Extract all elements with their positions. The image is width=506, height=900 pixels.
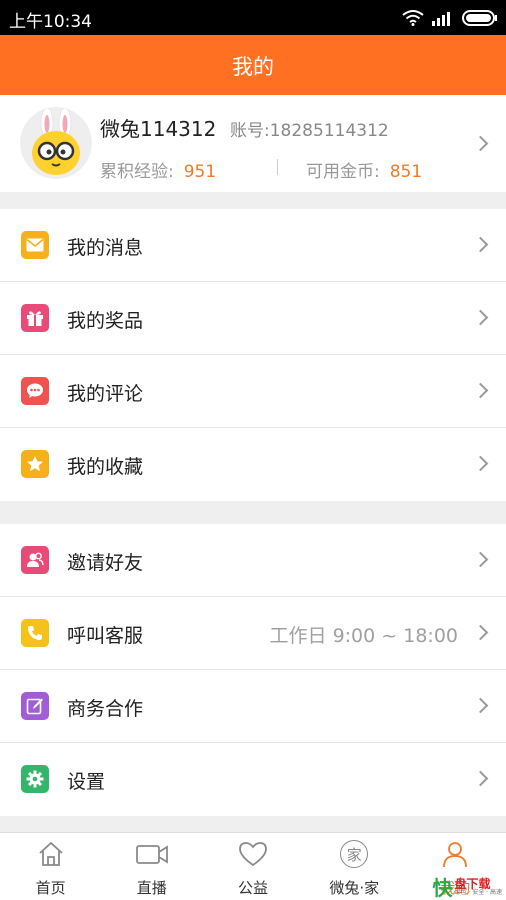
video-camera-icon	[101, 840, 202, 870]
tab-live[interactable]: 直播	[101, 833, 202, 900]
edit-icon	[21, 692, 49, 720]
exp-value: 951	[183, 162, 217, 182]
gear-icon	[21, 765, 49, 793]
jia-icon: 家	[304, 840, 405, 870]
menu-item-label: 我的收藏	[67, 456, 144, 478]
status-bar: 上午10:34	[0, 0, 506, 35]
tab-charity[interactable]: 公益	[202, 833, 303, 900]
menu-item-prizes[interactable]: 我的奖品	[0, 282, 506, 355]
menu-item-label: 我的消息	[67, 237, 144, 259]
profile-exp: 累积经验: 951	[100, 157, 216, 182]
menu-group-1: 我的消息 我的奖品 我的评论 我的收藏	[0, 209, 506, 501]
heart-icon	[202, 840, 303, 870]
menu-item-favorites[interactable]: 我的收藏	[0, 428, 506, 501]
exp-label: 累积经验:	[100, 162, 174, 182]
tab-label: 直播	[136, 879, 167, 897]
chevron-right-icon	[472, 309, 489, 326]
divider	[277, 159, 278, 175]
chevron-right-icon	[472, 770, 489, 787]
tab-label: 公益	[238, 879, 269, 897]
star-icon	[21, 450, 49, 478]
bottom-tab-bar: 首页 直播 公益 家 微兔·家 我的	[0, 832, 506, 900]
watermark-title: 盘下载	[454, 876, 491, 891]
chevron-right-icon	[472, 236, 489, 253]
menu-item-comments[interactable]: 我的评论	[0, 355, 506, 428]
menu-item-business[interactable]: 商务合作	[0, 670, 506, 743]
chevron-right-icon	[472, 551, 489, 568]
watermark-big: 快	[432, 876, 453, 900]
menu-item-customer-service[interactable]: 呼叫客服 工作日 9:00 ~ 18:00	[0, 597, 506, 670]
signal-icon	[432, 12, 450, 26]
menu-item-messages[interactable]: 我的消息	[0, 209, 506, 282]
tab-home[interactable]: 首页	[0, 833, 101, 900]
watermark-sub: 绿色 · 安全 · 高速	[454, 888, 502, 896]
envelope-icon	[21, 231, 49, 259]
page-title: 我的	[232, 55, 274, 79]
chevron-right-icon	[472, 135, 489, 152]
jia-glyph: 家	[340, 840, 369, 868]
service-hours: 工作日 9:00 ~ 18:00	[269, 625, 458, 647]
menu-item-invite-friends[interactable]: 邀请好友	[0, 524, 506, 597]
chevron-right-icon	[472, 382, 489, 399]
home-icon	[0, 840, 101, 870]
menu-item-settings[interactable]: 设置	[0, 743, 506, 816]
status-time: 上午10:34	[9, 12, 92, 32]
user-icon	[405, 840, 506, 870]
account-number: 18285114312	[269, 121, 389, 141]
tab-weitu-home[interactable]: 家 微兔·家	[304, 833, 405, 900]
profile-name: 微兔114312	[100, 117, 217, 141]
menu-item-label: 邀请好友	[67, 552, 144, 574]
menu-group-2: 邀请好友 呼叫客服 工作日 9:00 ~ 18:00 商务合作 设置	[0, 524, 506, 816]
gift-icon	[21, 304, 49, 332]
app-bar: 我的	[0, 35, 506, 95]
comment-icon	[21, 377, 49, 405]
wifi-icon	[402, 10, 424, 26]
watermark-logo: 快 盘下载 绿色 · 安全 · 高速	[433, 872, 502, 900]
coin-label: 可用金币:	[306, 162, 380, 182]
menu-item-label: 设置	[67, 771, 106, 793]
profile-coins: 可用金币: 851	[306, 157, 422, 182]
menu-item-label: 我的评论	[67, 383, 144, 405]
avatar[interactable]	[20, 107, 92, 179]
tab-label: 首页	[35, 879, 66, 897]
account-label: 账号:	[230, 121, 270, 141]
menu-item-label: 我的奖品	[67, 310, 144, 332]
battery-icon	[462, 10, 497, 26]
phone-icon	[21, 619, 49, 647]
profile-card[interactable]: 微兔114312 账号:18285114312 累积经验: 951 可用金币: 85…	[0, 95, 506, 192]
menu-item-label: 呼叫客服	[67, 625, 144, 647]
profile-account: 账号:18285114312	[230, 116, 389, 141]
chevron-right-icon	[472, 697, 489, 714]
chevron-right-icon	[472, 455, 489, 472]
menu-item-label: 商务合作	[67, 698, 144, 720]
chevron-right-icon	[472, 624, 489, 641]
coin-value: 851	[389, 162, 423, 182]
invite-friends-icon	[21, 546, 49, 574]
tab-label: 微兔·家	[329, 879, 380, 897]
